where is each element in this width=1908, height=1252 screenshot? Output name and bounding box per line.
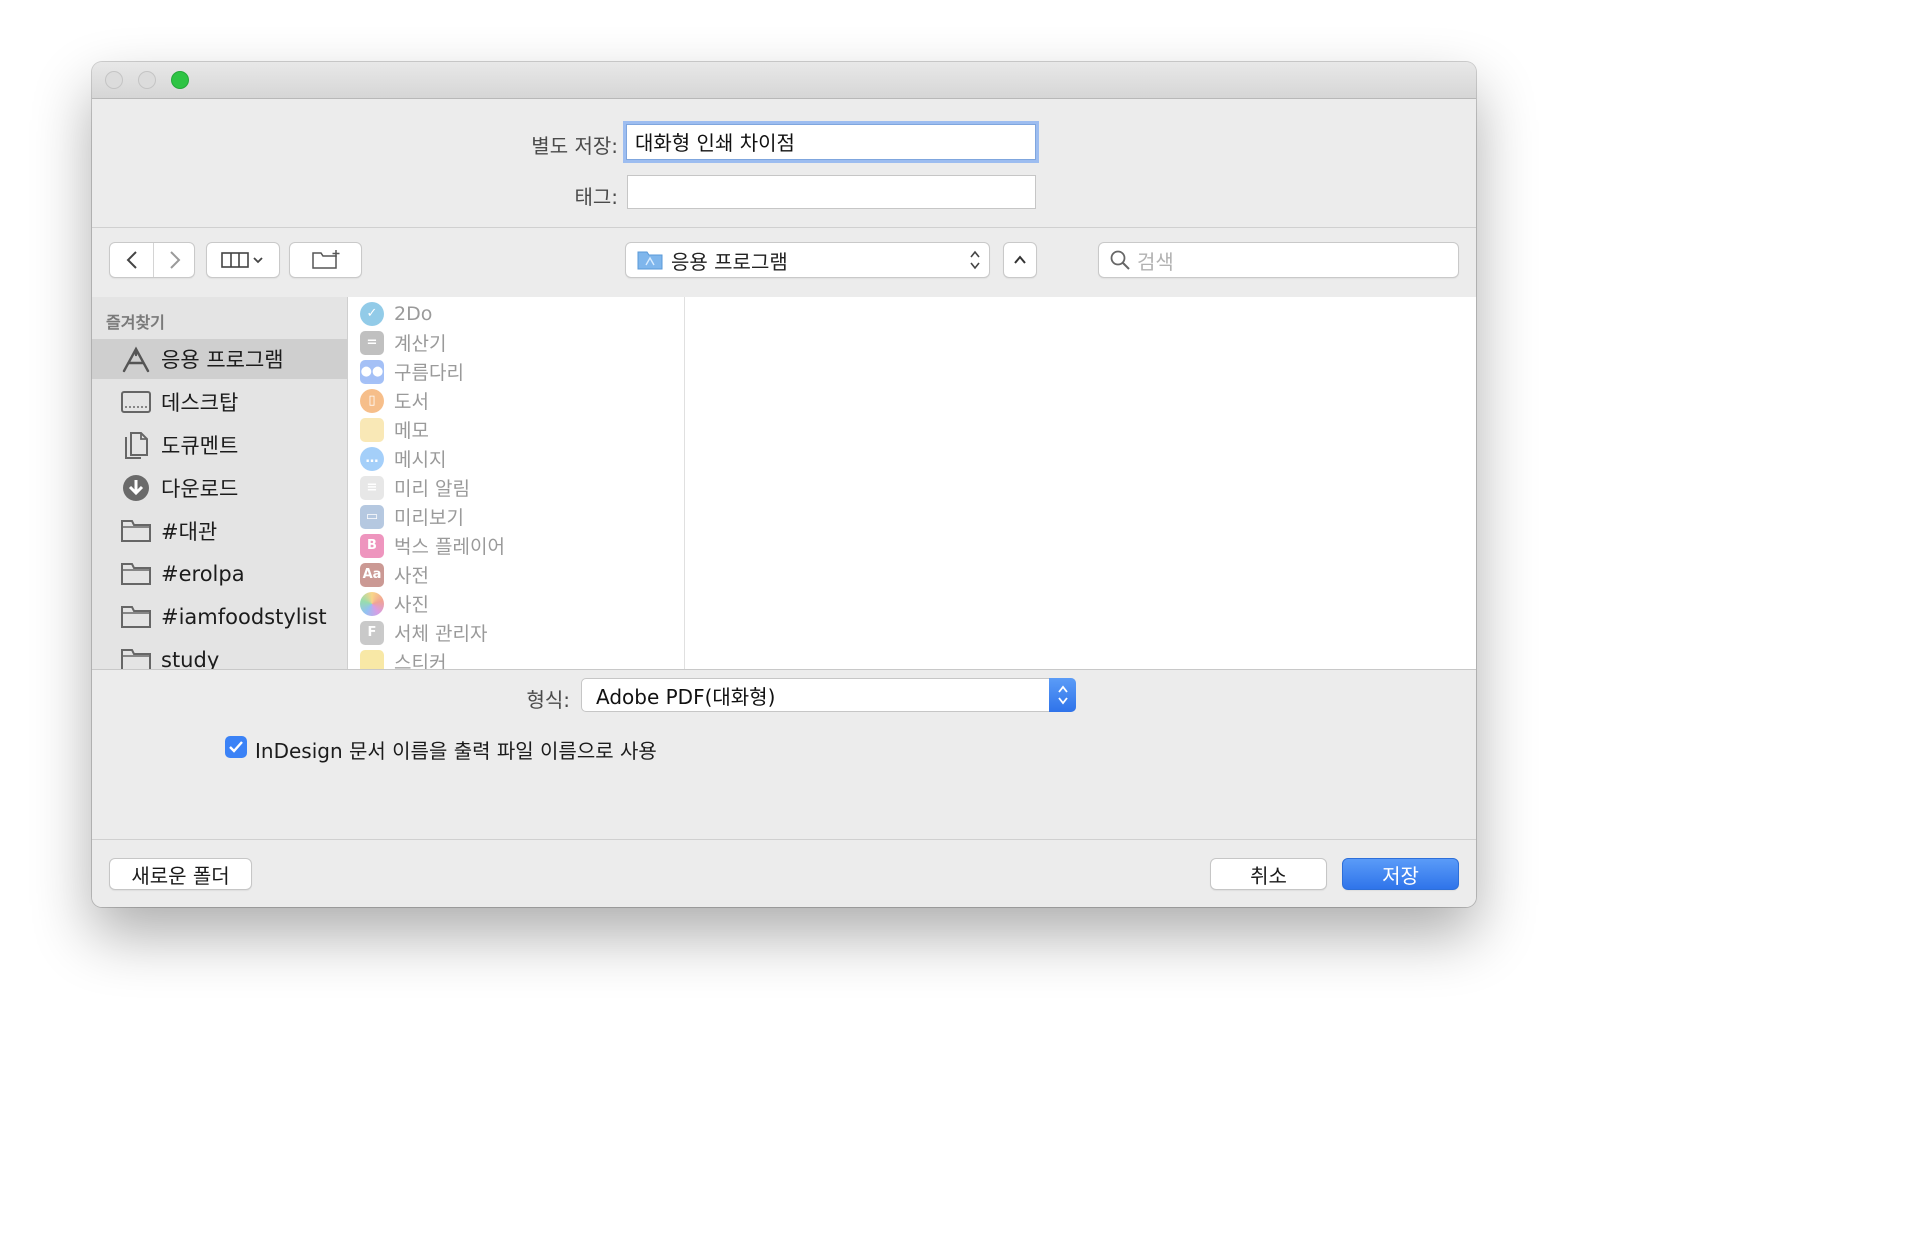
tags-label: 태그: [574,185,618,209]
2do-app-icon: ✓ [360,301,384,326]
sidebar-item-label: 도큐멘트 [161,434,239,458]
search-placeholder: 검색 [1137,249,1174,274]
chevron-right-icon [170,251,181,269]
save-as-label: 별도 저장: [531,134,618,158]
calculator-app-icon: = [360,330,384,355]
books-app-icon: ▯ [360,388,384,413]
enclosing-folder-button[interactable] [1003,242,1037,278]
reminders-app-icon: ≡ [360,475,384,500]
select-stepper-icon [1049,678,1076,712]
font-book-app-icon: F [360,620,384,645]
photos-app-icon [360,591,384,616]
save-as-field[interactable]: 대화형 인쇄 차이점 [626,124,1036,160]
checkmark-icon [229,741,243,753]
list-item[interactable]: … 메시지 [348,444,684,473]
list-item[interactable]: 메모 [348,415,684,444]
close-window-button[interactable] [105,71,123,89]
cloud-bridge-app-icon: ●● [360,359,384,384]
sidebar-item-folder-study[interactable]: study [92,640,347,669]
sidebar-item-folder-daegwan[interactable]: #대관 [92,511,347,551]
sidebar-item-applications[interactable]: 응용 프로그램 [92,339,347,379]
format-select[interactable]: Adobe PDF(대화형) [581,678,1076,712]
desktop-icon [120,388,152,416]
sidebar-item-downloads[interactable]: 다운로드 [92,468,347,508]
back-button[interactable] [110,243,153,277]
file-browser-preview-column [685,297,1476,669]
dictionary-app-icon: Aa [360,562,384,587]
use-document-name-label: InDesign 문서 이름을 출력 파일 이름으로 사용 [255,739,657,763]
messages-app-icon: … [360,446,384,471]
list-item[interactable]: ▭ 미리보기 [348,502,684,531]
list-item[interactable]: ●● 구름다리 [348,357,684,386]
list-item[interactable]: B 벅스 플레이어 [348,531,684,560]
bugs-player-app-icon: B [360,533,384,558]
chevron-left-icon [126,251,137,269]
sidebar-item-label: 다운로드 [161,477,239,501]
downloads-icon [120,474,152,502]
applications-icon [120,345,152,373]
sidebar-item-label: 데스크탑 [161,391,239,415]
sidebar-item-label: #iamfoodstylist [161,605,327,629]
stickies-app-icon [360,649,384,669]
sidebar-item-folder-erolpa[interactable]: #erolpa [92,554,347,594]
sidebar-item-folder-iamfoodstylist[interactable]: #iamfoodstylist [92,597,347,637]
preview-app-icon: ▭ [360,504,384,529]
sidebar-item-desktop[interactable]: 데스크탑 [92,382,347,422]
save-dialog-window: 별도 저장: 대화형 인쇄 차이점 태그: 응용 프로그램 검색 즐겨찾기 응용… [92,62,1476,907]
list-item[interactable]: ✓ 2Do [348,299,684,328]
documents-icon [120,431,152,459]
cancel-button[interactable]: 취소 [1210,858,1327,890]
folder-icon [120,560,152,588]
format-label: 형식: [526,688,570,712]
new-folder-toolbar-button[interactable] [289,242,362,278]
search-icon [1110,250,1130,270]
column-view-icon [221,252,263,268]
sidebar-item-documents[interactable]: 도큐멘트 [92,425,347,465]
title-bar [92,62,1476,99]
sidebar-item-label: 응용 프로그램 [161,348,284,372]
sidebar-item-label: #대관 [161,520,218,544]
applications-folder-icon [637,251,663,270]
save-button[interactable]: 저장 [1342,858,1459,890]
folder-icon [120,646,152,669]
folder-icon [120,517,152,545]
options-panel: 형식: Adobe PDF(대화형) InDesign 문서 이름을 출력 파일… [92,669,1476,907]
list-item[interactable]: ▯ 도서 [348,386,684,415]
sidebar: 즐겨찾기 응용 프로그램 데스크탑 도큐멘트 다운로드 #대관 #erolpa … [92,297,348,669]
nav-back-forward-control [109,242,195,278]
minimize-window-button[interactable] [138,71,156,89]
list-item[interactable]: = 계산기 [348,328,684,357]
list-item[interactable]: 스티커 [348,647,684,669]
list-item[interactable]: F 서체 관리자 [348,618,684,647]
list-item[interactable]: Aa 사전 [348,560,684,589]
sidebar-item-label: study [161,648,220,669]
chevron-up-icon [1014,255,1026,264]
view-mode-button[interactable] [206,242,280,278]
format-select-value: Adobe PDF(대화형) [596,684,776,709]
header-divider [92,227,1476,228]
file-browser-column: ✓ 2Do = 계산기 ●● 구름다리 ▯ 도서 메모 … 메시지 ≡ 미리 알… [348,297,685,669]
location-label: 응용 프로그램 [671,249,788,274]
list-item[interactable]: 사진 [348,589,684,618]
search-field[interactable]: 검색 [1098,242,1459,278]
list-item[interactable]: ≡ 미리 알림 [348,473,684,502]
use-document-name-checkbox[interactable] [225,736,247,758]
popup-stepper-icon [970,250,980,270]
zoom-window-button[interactable] [171,71,189,89]
forward-button[interactable] [154,243,196,277]
sidebar-item-label: #erolpa [161,562,245,586]
notes-app-icon [360,417,384,442]
tags-field[interactable] [627,175,1036,209]
folder-icon [120,603,152,631]
footer-divider [92,839,1476,840]
new-folder-icon [311,250,339,269]
location-popup[interactable]: 응용 프로그램 [625,242,990,278]
sidebar-section-favorites: 즐겨찾기 [106,313,165,332]
new-folder-button[interactable]: 새로운 폴더 [109,858,252,890]
